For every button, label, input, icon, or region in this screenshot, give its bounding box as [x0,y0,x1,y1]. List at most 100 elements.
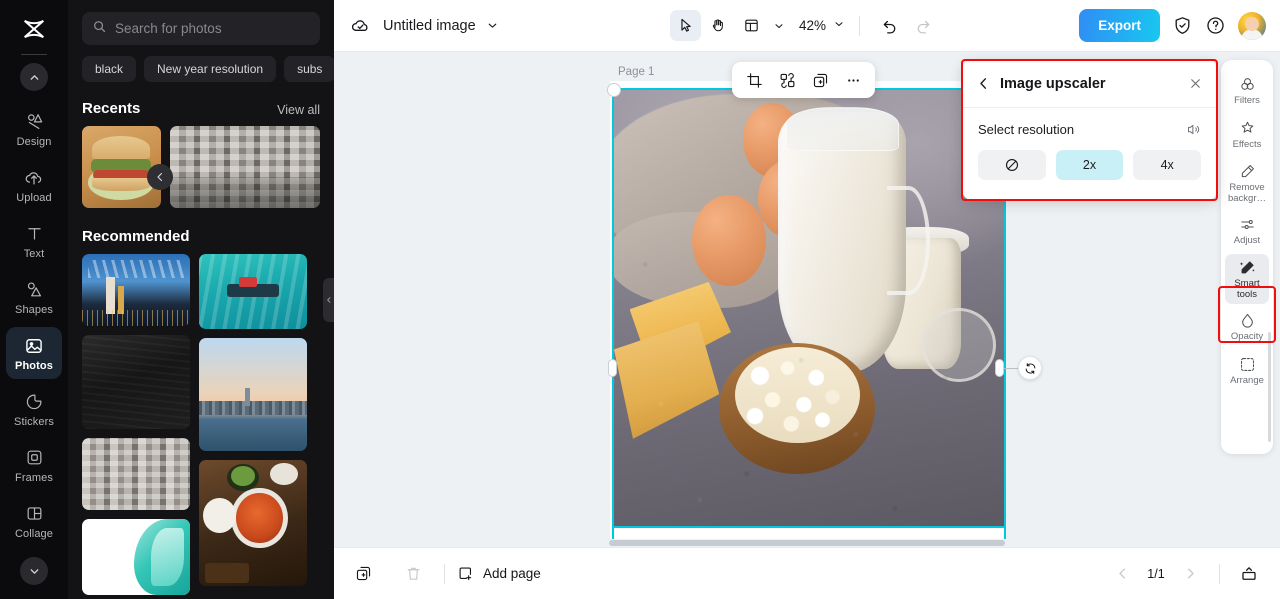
upscaler-header: Image upscaler [962,60,1217,108]
crop-button[interactable] [739,66,769,94]
shield-check-icon[interactable] [1172,15,1193,36]
search-tags-row: black New year resolution subs [68,45,334,82]
none-forbidden-icon [1004,157,1020,173]
remove-bg-icon [1239,162,1256,181]
search-tag[interactable]: New year resolution [144,56,277,82]
right-item-label: Arrange [1230,375,1264,387]
add-page-button[interactable]: Add page [457,565,541,582]
help-circle-icon[interactable] [1205,15,1226,36]
layout-tool-button[interactable] [736,10,767,41]
layout-chevron-down-icon[interactable] [773,20,785,32]
sidebar-item-photos[interactable]: Photos [6,327,62,379]
resolution-option-2x[interactable]: 2x [1055,150,1124,180]
sidebar-item-upload[interactable]: Upload [6,159,62,211]
arrange-icon [1239,355,1256,374]
image-upscaler-panel: Image upscaler Select resolution 2x 4x [962,60,1217,200]
redo-button[interactable] [907,10,938,41]
right-item-arrange[interactable]: Arrange [1225,350,1269,392]
resize-handle-left[interactable] [608,359,617,377]
duplicate-page-button[interactable] [348,559,378,589]
canvas-horizontal-scrollbar[interactable] [334,539,1280,547]
right-item-filters[interactable]: Filters [1225,70,1269,112]
select-resolution-label: Select resolution [978,122,1075,137]
search-icon [92,19,107,39]
photo-thumbnail[interactable] [82,519,190,595]
avatar[interactable] [1238,11,1266,40]
title-chevron-down-icon[interactable] [486,19,499,32]
search-tag[interactable]: black [82,56,137,82]
document-title[interactable]: Untitled image [383,18,476,34]
rail-collapse-button[interactable] [20,63,48,91]
right-rail-scrollbar[interactable] [1268,332,1271,442]
panel-collapse-button[interactable] [323,278,334,322]
page-view-button[interactable] [1234,559,1264,589]
recent-thumbnail[interactable] [169,126,320,208]
resize-handle-right[interactable] [995,359,1004,377]
masonry-column [82,254,190,595]
search-input-wrap[interactable] [82,12,320,45]
scrollbar-thumb[interactable] [609,540,1005,546]
search-tag[interactable]: subs [284,56,334,82]
canvas-tools-group: 42% [670,10,938,41]
text-icon [25,223,44,245]
export-button[interactable]: Export [1079,9,1160,42]
sidebar-item-collage[interactable]: Collage [6,495,62,547]
recommended-header: Recommended [68,208,334,254]
right-item-remove-background[interactable]: Remove backgr… [1225,158,1269,208]
select-resolution-row: Select resolution [978,122,1201,137]
next-page-button[interactable] [1175,559,1205,589]
recent-thumbnail[interactable] [82,126,161,208]
more-button[interactable] [838,66,868,94]
right-item-smart-tools[interactable]: Smart tools [1225,254,1269,304]
page-navigation: 1/1 [1107,559,1264,589]
view-all-link[interactable]: View all [277,103,320,117]
right-item-label: Adjust [1233,235,1261,247]
right-item-effects[interactable]: Effects [1225,114,1269,156]
resolution-option-4x[interactable]: 4x [1133,150,1202,180]
resize-handle-top-left[interactable] [607,83,621,97]
sticker-icon [25,391,44,413]
cloud-saved-icon[interactable] [350,15,371,36]
photos-panel: black New year resolution subs Recents V… [68,0,334,599]
recents-prev-button[interactable] [147,164,173,190]
zoom-control[interactable]: 42% [799,17,845,35]
undo-button[interactable] [874,10,905,41]
close-icon[interactable] [1188,76,1203,91]
hand-tool-button[interactable] [703,10,734,41]
delete-page-button[interactable] [398,559,428,589]
chevron-left-icon[interactable] [976,76,991,91]
opacity-icon [1239,311,1256,330]
sidebar-item-frames[interactable]: Frames [6,439,62,491]
photo-thumbnail[interactable] [82,438,190,510]
photo-thumbnail[interactable] [199,460,307,586]
selection-guide-left [612,88,614,547]
capcut-logo-icon[interactable] [17,12,51,46]
recents-row [68,126,334,208]
prev-page-button[interactable] [1107,559,1137,589]
compare-icon[interactable] [1186,122,1201,137]
sidebar-item-shapes[interactable]: Shapes [6,271,62,323]
sidebar-item-design[interactable]: Design [6,103,62,155]
photo-thumbnail[interactable] [199,338,307,451]
right-item-opacity[interactable]: Opacity [1225,306,1269,348]
sidebar-item-stickers[interactable]: Stickers [6,383,62,435]
upscaler-title: Image upscaler [1000,75,1106,92]
photo-thumbnail[interactable] [82,335,190,429]
sidebar-item-label: Photos [15,359,53,372]
photo-thumbnail[interactable] [199,254,307,329]
rail-more-button[interactable] [20,557,48,585]
right-item-adjust[interactable]: Adjust [1225,210,1269,252]
frames-icon [25,447,44,469]
duplicate-button[interactable] [805,66,835,94]
masonry-column [199,254,307,595]
cutout-button[interactable] [772,66,802,94]
add-page-label: Add page [483,566,541,581]
section-title: Recommended [82,228,190,245]
resolution-option-none[interactable] [978,150,1046,180]
search-input[interactable] [115,21,310,36]
canvas-image[interactable] [614,90,1004,526]
rotate-handle[interactable] [1018,356,1042,380]
photo-thumbnail[interactable] [82,254,190,326]
sidebar-item-text[interactable]: Text [6,215,62,267]
select-tool-button[interactable] [670,10,701,41]
